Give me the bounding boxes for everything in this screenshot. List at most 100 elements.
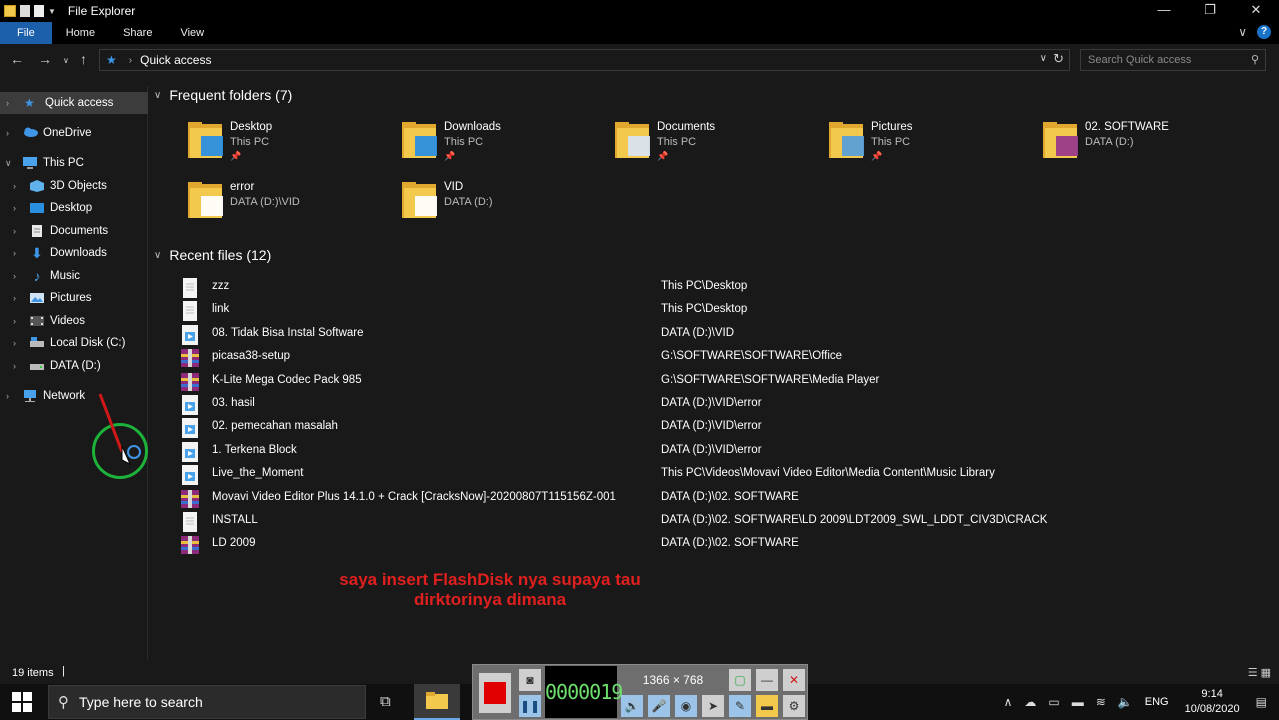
chevron-right-icon[interactable]: › xyxy=(6,391,16,401)
draw-pen-icon[interactable]: ✎ xyxy=(729,695,751,717)
onedrive-tray-icon[interactable]: ☁ xyxy=(1024,695,1036,709)
help-icon[interactable]: ? xyxy=(1257,25,1271,39)
address-bar[interactable]: ★ › Quick access ∨ ↻ xyxy=(99,49,1070,71)
recent-file-row[interactable]: picasa38-setup G:\SOFTWARE\SOFTWARE\Offic… xyxy=(179,346,1269,369)
pin-icon[interactable]: 📌 xyxy=(444,151,455,162)
recent-file-row[interactable]: 02. pemecahan masalah DATA (D:)\VID\error xyxy=(179,416,1269,439)
battery-tray-icon[interactable]: ▬ xyxy=(1072,695,1084,709)
frequent-folders-header[interactable]: ∨ Frequent folders (7) xyxy=(154,87,1274,103)
folder-tile[interactable]: Downloads This PC 📌 xyxy=(401,118,601,168)
chevron-right-icon[interactable]: › xyxy=(6,98,16,108)
chevron-right-icon[interactable]: › xyxy=(13,203,23,213)
chevron-right-icon[interactable]: › xyxy=(13,226,23,236)
close-button[interactable]: ✕ xyxy=(1233,0,1279,22)
webcam-icon[interactable]: ◉ xyxy=(675,695,697,717)
nav-item-pictures[interactable]: › Pictures xyxy=(0,287,92,309)
nav-item-quick-access[interactable]: › ★ Quick access xyxy=(0,92,148,114)
recent-file-row[interactable]: INSTALL DATA (D:)\02. SOFTWARE\LD 2009\LD… xyxy=(179,510,1269,533)
tab-view[interactable]: View xyxy=(166,22,218,44)
screenshot-camera-icon[interactable]: ◙ xyxy=(519,669,541,691)
breadcrumb[interactable]: Quick access xyxy=(140,53,211,67)
minimize-button[interactable]: — xyxy=(1141,0,1187,22)
chevron-down-icon[interactable]: ∨ xyxy=(154,250,161,261)
notifications-icon[interactable]: ▤ xyxy=(1256,695,1267,709)
pin-icon[interactable]: 📌 xyxy=(230,151,241,162)
language-indicator[interactable]: ENG xyxy=(1145,696,1169,708)
nav-item-onedrive[interactable]: › OneDrive xyxy=(0,122,92,144)
settings-gear-icon[interactable]: ⚙ xyxy=(783,695,805,717)
chevron-right-icon[interactable]: › xyxy=(13,316,23,326)
folder-tile[interactable]: Desktop This PC 📌 xyxy=(187,118,387,168)
pause-recording-button[interactable]: ❚❚ xyxy=(519,695,541,717)
properties-icon[interactable] xyxy=(20,5,30,17)
recent-locations-chevron-icon[interactable]: ∨ xyxy=(63,56,69,65)
recent-file-row[interactable]: zzz This PC\Desktop xyxy=(179,276,1269,299)
tab-file[interactable]: File xyxy=(0,22,52,44)
folder-tile[interactable]: VID DATA (D:) xyxy=(401,178,601,228)
pin-icon[interactable]: 📌 xyxy=(871,151,882,162)
recent-file-row[interactable]: link This PC\Desktop xyxy=(179,299,1269,322)
folder-tile[interactable]: 02. SOFTWARE DATA (D:) xyxy=(1042,118,1242,168)
wifi-tray-icon[interactable]: ≋ xyxy=(1096,695,1106,709)
task-view-icon[interactable]: ⧉ xyxy=(380,693,391,710)
chevron-right-icon[interactable]: › xyxy=(13,361,23,371)
recent-file-row[interactable]: K-Lite Mega Codec Pack 985 G:\SOFTWARE\SO… xyxy=(179,370,1269,393)
chevron-right-icon[interactable]: › xyxy=(13,181,23,191)
system-audio-icon[interactable]: 🔊 xyxy=(621,695,643,717)
clock[interactable]: 9:14 10/08/2020 xyxy=(1185,687,1240,717)
refresh-icon[interactable]: ↻ xyxy=(1053,51,1064,67)
recent-file-row[interactable]: 1. Terkena Block DATA (D:)\VID\error xyxy=(179,440,1269,463)
chevron-right-icon[interactable]: › xyxy=(6,128,16,138)
recent-file-row[interactable]: Live_the_Moment This PC\Videos\Movavi Vid… xyxy=(179,463,1269,486)
up-arrow-icon[interactable]: ↑ xyxy=(80,51,87,67)
recent-file-row[interactable]: LD 2009 DATA (D:)\02. SOFTWARE xyxy=(179,533,1269,556)
chevron-right-icon[interactable]: › xyxy=(13,271,23,281)
microphone-icon[interactable]: 🎤 xyxy=(648,695,670,717)
show-hidden-icons-chevron-icon[interactable]: ∧ xyxy=(1004,695,1013,709)
expand-ribbon-icon[interactable]: ∨ xyxy=(1238,25,1247,39)
chevron-right-icon[interactable]: › xyxy=(13,248,23,258)
chevron-down-icon[interactable]: ∨ xyxy=(5,158,15,169)
search-input[interactable]: Search Quick access ⚲ xyxy=(1080,49,1266,71)
volume-tray-icon[interactable]: 🔈 xyxy=(1118,695,1133,709)
new-folder-icon[interactable] xyxy=(34,5,44,17)
nav-item-desktop[interactable]: › Desktop xyxy=(0,197,92,219)
minimize-recorder-icon[interactable]: — xyxy=(756,669,778,691)
nav-item-music[interactable]: › ♪ Music xyxy=(0,265,80,287)
chevron-down-icon[interactable]: ∨ xyxy=(154,90,161,101)
taskbar-search-input[interactable]: ⚲ Type here to search xyxy=(48,685,366,719)
nav-item-documents[interactable]: › Documents xyxy=(0,220,108,242)
nav-item-local-disk-c[interactable]: › Local Disk (C:) xyxy=(0,332,125,354)
close-recorder-icon[interactable]: ✕ xyxy=(783,669,805,691)
windows-start-icon[interactable] xyxy=(12,692,32,712)
tab-share[interactable]: Share xyxy=(109,22,166,44)
nav-item-downloads[interactable]: › ⬇ Downloads xyxy=(0,242,107,264)
taskbar-file-explorer-button[interactable] xyxy=(414,684,460,720)
customize-toolbar-icon[interactable]: ▼ xyxy=(48,7,56,16)
maximize-button[interactable]: ❐ xyxy=(1187,0,1233,22)
chevron-right-icon[interactable]: › xyxy=(13,338,23,348)
folder-tile[interactable]: Documents This PC 📌 xyxy=(614,118,814,168)
nav-item-videos[interactable]: › Videos xyxy=(0,310,85,332)
folder-tile[interactable]: Pictures This PC 📌 xyxy=(828,118,1028,168)
nav-item-data-d[interactable]: › DATA (D:) xyxy=(0,355,101,377)
recent-file-row[interactable]: 03. hasil DATA (D:)\VID\error xyxy=(179,393,1269,416)
forward-arrow-icon[interactable]: → xyxy=(38,51,52,67)
tab-home[interactable]: Home xyxy=(52,22,109,44)
nav-item-this-pc[interactable]: ∨ This PC xyxy=(0,152,84,174)
nav-item-3d-objects[interactable]: › 3D Objects xyxy=(0,175,107,197)
back-arrow-icon[interactable]: ← xyxy=(10,51,24,67)
nav-item-network[interactable]: › Network xyxy=(0,385,85,407)
pin-icon[interactable]: 📌 xyxy=(657,151,668,162)
recent-file-row[interactable]: Movavi Video Editor Plus 14.1.0 + Crack … xyxy=(179,487,1269,510)
stop-recording-button[interactable] xyxy=(479,673,511,713)
breadcrumb-separator-icon[interactable]: › xyxy=(129,55,132,66)
chevron-right-icon[interactable]: › xyxy=(13,293,23,303)
cursor-capture-icon[interactable]: ➤ xyxy=(702,695,724,717)
folder-tile[interactable]: error DATA (D:)\VID xyxy=(187,178,387,228)
recent-files-header[interactable]: ∨ Recent files (12) xyxy=(154,247,1274,263)
view-toggle-icons[interactable]: ☰ ▦ xyxy=(1248,666,1271,679)
recent-file-row[interactable]: 08. Tidak Bisa Instal Software DATA (D:)\… xyxy=(179,323,1269,346)
explorer-app-icon[interactable] xyxy=(4,5,16,17)
output-folder-icon[interactable]: ▬ xyxy=(756,695,778,717)
